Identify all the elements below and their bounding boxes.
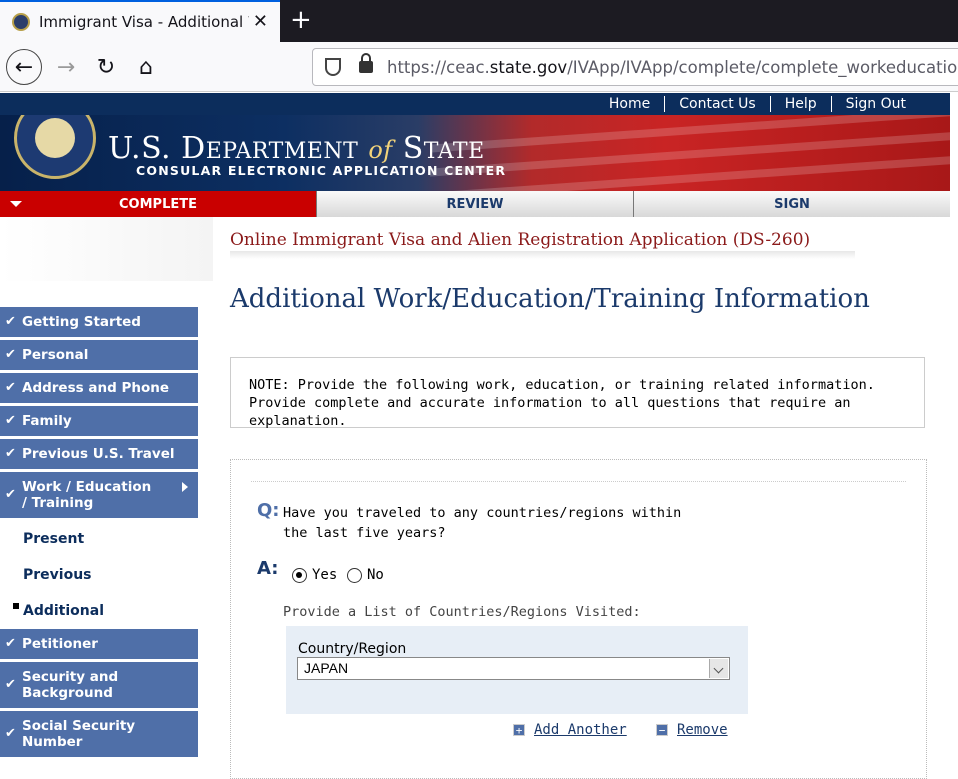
tab-title: Immigrant Visa - Additional Wo [39,13,249,31]
reload-icon[interactable]: ↻ [88,50,124,84]
browser-navbar: ← → ↻ ⌂ https://ceac.state.gov/IVApp/IVA… [0,42,958,92]
check-icon: ✔ [5,314,16,329]
check-icon: ✔ [5,487,16,502]
question-label: Q: [257,500,280,521]
answer-label: A: [257,558,279,579]
sign-out-link[interactable]: Sign Out [830,96,920,112]
close-icon[interactable]: ✕ [253,11,268,32]
shield-icon [325,58,341,76]
address-bar[interactable]: https://ceac.state.gov/IVApp/IVApp/compl… [312,48,958,86]
country-column-header: Country/Region [298,641,407,657]
check-icon: ✔ [5,347,16,362]
title-underline [230,251,855,259]
progress-steps: COMPLETE REVIEW SIGN [0,191,950,217]
check-icon: ✔ [5,413,16,428]
radio-yes[interactable]: Yes [292,567,337,583]
sidebar-item-ssn[interactable]: ✔ Social Security Number [0,711,198,757]
help-link[interactable]: Help [769,96,831,112]
ceac-subtitle: CONSULAR ELECTRONIC APPLICATION CENTER [136,163,507,178]
top-links-bar: Home Contact Us Help Sign Out [0,93,950,115]
sidebar-nav: ✔ Getting Started ✔ Personal ✔ Address and … [0,307,198,760]
countries-list: Country/Region JAPAN [286,626,748,714]
favicon-icon [12,13,30,31]
lock-icon [359,53,373,73]
browser-tabbar: Immigrant Visa - Additional Wo ✕ + [0,0,958,42]
country-select[interactable]: JAPAN [297,657,730,680]
chevron-down-icon[interactable] [709,659,728,678]
add-another-link[interactable]: + Add Another [513,722,627,738]
department-name: U.S. DEPARTMENT of STATE [108,131,485,166]
plus-icon: + [513,724,525,737]
note-box: NOTE: Provide the following work, educat… [230,357,925,429]
question-panel: Q: Have you traveled to any countries/re… [230,459,927,779]
question-text: Have you traveled to any countries/regio… [283,505,682,541]
countries-list-label: Provide a List of Countries/Regions Visi… [283,604,641,620]
check-icon: ✔ [5,677,16,692]
radio-yes-control[interactable] [292,567,307,583]
application-title: Online Immigrant Visa and Alien Registra… [230,230,811,250]
step-review[interactable]: REVIEW [316,191,633,217]
sidebar-item-personal[interactable]: ✔ Personal [0,340,198,370]
forward-icon[interactable]: → [48,50,84,84]
radio-no-control[interactable] [347,567,362,583]
home-icon[interactable]: ⌂ [128,50,164,84]
sidebar-subitem-additional[interactable]: Additional [0,593,198,629]
check-icon: ✔ [5,446,16,461]
sidebar-item-getting-started[interactable]: ✔ Getting Started [0,307,198,337]
step-sign[interactable]: SIGN [633,191,950,217]
check-icon: ✔ [5,726,16,741]
radio-no[interactable]: No [347,567,384,583]
sidebar-item-address-phone[interactable]: ✔ Address and Phone [0,373,198,403]
check-icon: ✔ [5,636,16,651]
sidebar-item-work-education[interactable]: ✔ Work / Education / Training [0,472,198,518]
nav-shade [0,217,213,281]
sidebar-item-petitioner[interactable]: ✔ Petitioner [0,629,198,659]
home-link[interactable]: Home [595,96,664,112]
contact-us-link[interactable]: Contact Us [664,96,769,112]
url-text: https://ceac.state.gov/IVApp/IVApp/compl… [387,58,958,77]
sidebar-subitem-present[interactable]: Present [0,521,198,557]
back-icon[interactable]: ← [6,49,42,85]
minus-icon: − [656,724,668,737]
caret-down-icon [10,201,22,207]
browser-tab[interactable]: Immigrant Visa - Additional Wo ✕ [0,0,280,42]
remove-link[interactable]: − Remove [656,722,728,738]
new-tab-icon[interactable]: + [290,5,312,35]
sidebar-item-family[interactable]: ✔ Family [0,406,198,436]
site-banner: U.S. DEPARTMENT of STATE CONSULAR ELECTR… [0,115,950,191]
state-seal-icon [14,115,96,179]
current-bullet-icon [13,603,19,609]
chevron-right-icon [182,482,188,492]
page-title: Additional Work/Education/Training Infor… [230,284,870,314]
check-icon: ✔ [5,380,16,395]
step-complete[interactable]: COMPLETE [0,191,316,217]
sidebar-item-security[interactable]: ✔ Security and Background [0,662,198,708]
sidebar-item-previous-travel[interactable]: ✔ Previous U.S. Travel [0,439,198,469]
sidebar-subitem-previous[interactable]: Previous [0,557,198,593]
